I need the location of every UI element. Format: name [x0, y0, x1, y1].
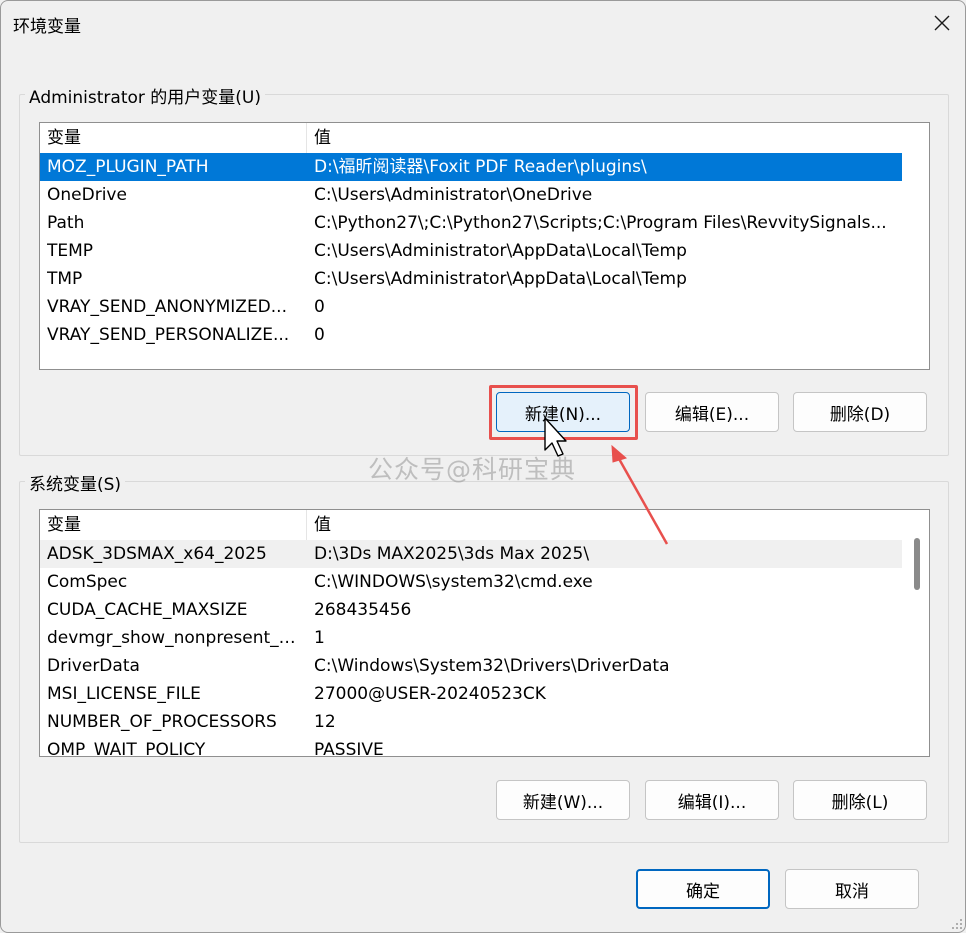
system-edit-label: 编辑(I)...	[677, 792, 747, 813]
table-row[interactable]: ADSK_3DSMAX_x64_2025 D:\3Ds MAX2025\3ds M…	[40, 540, 902, 568]
system-variables-list[interactable]: 变量 值 ADSK_3DSMAX_x64_2025 D:\3Ds MAX2025\…	[39, 509, 930, 757]
variable-name: MSI_LICENSE_FILE	[47, 684, 201, 704]
user-delete-label: 删除(D)	[829, 404, 891, 425]
list-header: 变量 值	[40, 510, 902, 540]
window-title: 环境变量	[13, 17, 81, 37]
system-list-scrollbar[interactable]	[914, 538, 920, 590]
table-row[interactable]: ComSpec C:\WINDOWS\system32\cmd.exe	[40, 568, 902, 596]
resize-grip-icon[interactable]	[951, 918, 963, 930]
variable-name: TMP	[47, 269, 83, 289]
variable-value: 1	[314, 628, 325, 648]
variable-name: DriverData	[47, 656, 140, 676]
column-header-value[interactable]: 值	[307, 123, 902, 153]
column-header-variable[interactable]: 变量	[40, 510, 306, 540]
variable-name: VRAY_SEND_PERSONALIZE...	[47, 325, 290, 345]
variable-value: 0	[314, 325, 325, 345]
column-header-value[interactable]: 值	[307, 510, 902, 540]
variable-value: D:\福昕阅读器\Foxit PDF Reader\plugins\	[314, 157, 647, 177]
user-edit-label: 编辑(E)...	[674, 404, 750, 425]
table-row[interactable]: DriverData C:\Windows\System32\Drivers\Dr…	[40, 652, 902, 680]
variable-name: ComSpec	[47, 572, 128, 592]
title-bar: 环境变量	[1, 1, 965, 45]
system-variables-legend: 系统变量(S)	[25, 470, 126, 495]
variable-value: C:\Users\Administrator\AppData\Local\Tem…	[314, 269, 687, 289]
variable-name: TEMP	[47, 241, 94, 261]
variable-name: OMP_WAIT_POLICY	[47, 740, 206, 757]
variable-name: NUMBER_OF_PROCESSORS	[47, 712, 277, 732]
variable-value: 0	[314, 297, 325, 317]
user-edit-button[interactable]: 编辑(E)...	[645, 392, 779, 432]
table-row[interactable]: MOZ_PLUGIN_PATH D:\福昕阅读器\Foxit PDF Reader…	[40, 153, 902, 181]
variable-value: PASSIVE	[314, 740, 384, 757]
table-row[interactable]: VRAY_SEND_ANONYMIZED... 0	[40, 293, 902, 321]
system-delete-button[interactable]: 删除(L)	[793, 780, 927, 820]
variable-value: 268435456	[314, 600, 412, 620]
variable-name: CUDA_CACHE_MAXSIZE	[47, 600, 248, 620]
user-variables-legend: Administrator 的用户变量(U)	[25, 83, 265, 108]
variable-name: Path	[47, 213, 85, 233]
user-delete-button[interactable]: 删除(D)	[793, 392, 927, 432]
system-new-button[interactable]: 新建(W)...	[496, 780, 630, 820]
system-delete-label: 删除(L)	[831, 792, 889, 813]
variable-value: 12	[314, 712, 336, 732]
variable-value: C:\Users\Administrator\OneDrive	[314, 185, 593, 205]
table-row[interactable]: OMP_WAIT_POLICY PASSIVE	[40, 736, 902, 757]
system-edit-button[interactable]: 编辑(I)...	[645, 780, 779, 820]
table-row[interactable]: Path C:\Python27\;C:\Python27\Scripts;C:\…	[40, 209, 902, 237]
variable-value: C:\Python27\;C:\Python27\Scripts;C:\Prog…	[314, 213, 887, 233]
variable-name: OneDrive	[47, 185, 127, 205]
cancel-label: 取消	[835, 881, 869, 902]
table-row[interactable]: CUDA_CACHE_MAXSIZE 268435456	[40, 596, 902, 624]
variable-name: devmgr_show_nonpresent_d...	[47, 628, 303, 648]
cancel-button[interactable]: 取消	[785, 869, 919, 909]
table-row[interactable]: OneDrive C:\Users\Administrator\OneDrive	[40, 181, 902, 209]
variable-name: VRAY_SEND_ANONYMIZED...	[47, 297, 287, 317]
variable-value: C:\Windows\System32\Drivers\DriverData	[314, 656, 670, 676]
table-row[interactable]: NUMBER_OF_PROCESSORS 12	[40, 708, 902, 736]
close-button[interactable]	[919, 1, 965, 45]
table-row[interactable]: devmgr_show_nonpresent_d... 1	[40, 624, 902, 652]
table-row[interactable]: TMP C:\Users\Administrator\AppData\Local\…	[40, 265, 902, 293]
watermark-text: 公众号@科研宝典	[368, 455, 577, 484]
close-icon	[934, 15, 950, 31]
table-row[interactable]: VRAY_SEND_PERSONALIZE... 0	[40, 321, 902, 349]
variable-value: 27000@USER-20240523CK	[314, 684, 546, 704]
list-header: 变量 值	[40, 123, 902, 153]
variable-value: C:\Users\Administrator\AppData\Local\Tem…	[314, 241, 687, 261]
system-new-label: 新建(W)...	[522, 792, 604, 813]
variable-value: D:\3Ds MAX2025\3ds Max 2025\	[314, 544, 590, 564]
annotation-highlight-box	[489, 385, 638, 440]
ok-button[interactable]: 确定	[636, 869, 770, 909]
variable-value: C:\WINDOWS\system32\cmd.exe	[314, 572, 593, 592]
table-row[interactable]: MSI_LICENSE_FILE 27000@USER-20240523CK	[40, 680, 902, 708]
user-variables-list[interactable]: 变量 值 MOZ_PLUGIN_PATH D:\福昕阅读器\Foxit PDF R…	[39, 122, 930, 370]
variable-name: ADSK_3DSMAX_x64_2025	[47, 544, 267, 564]
ok-label: 确定	[686, 881, 720, 902]
table-row[interactable]: TEMP C:\Users\Administrator\AppData\Local…	[40, 237, 902, 265]
variable-name: MOZ_PLUGIN_PATH	[47, 157, 209, 177]
column-header-variable[interactable]: 变量	[40, 123, 306, 153]
